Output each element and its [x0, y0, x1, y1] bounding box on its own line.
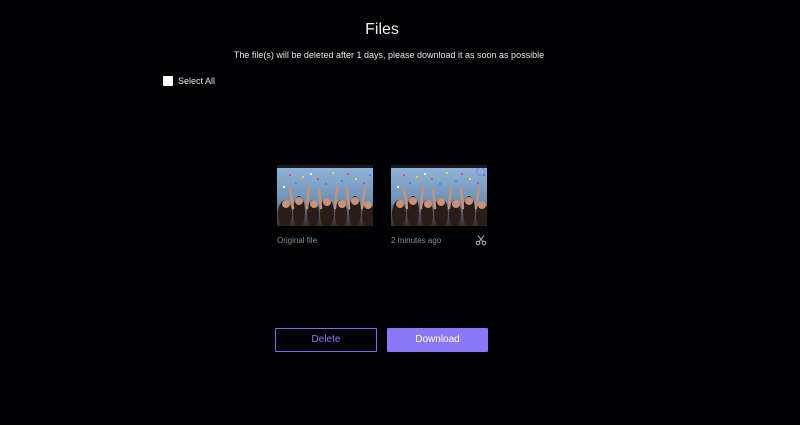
- delete-button[interactable]: Delete: [275, 328, 377, 352]
- file-meta: Original file: [277, 234, 373, 246]
- scissors-icon[interactable]: [475, 234, 487, 246]
- crowd-confetti-image: [277, 168, 373, 226]
- select-all-checkbox[interactable]: [163, 76, 173, 86]
- file-thumbnail[interactable]: [391, 165, 487, 226]
- file-select-circle-icon[interactable]: [476, 168, 485, 176]
- select-all-control[interactable]: Select All: [163, 76, 215, 86]
- file-meta: 2 minutes ago: [391, 234, 487, 246]
- files-page: Files The file(s) will be deleted after …: [0, 0, 800, 425]
- file-card-original: Original file: [277, 165, 373, 246]
- download-button[interactable]: Download: [387, 328, 488, 352]
- file-thumbnail[interactable]: [277, 165, 373, 226]
- select-all-label: Select All: [178, 76, 216, 86]
- file-caption: Original file: [277, 235, 318, 245]
- file-card-result: 2 minutes ago: [391, 165, 487, 246]
- file-caption: 2 minutes ago: [391, 235, 442, 245]
- deletion-notice: The file(s) will be deleted after 1 days…: [233, 50, 545, 60]
- page-title: Files: [365, 21, 399, 38]
- crowd-confetti-image: [391, 168, 487, 226]
